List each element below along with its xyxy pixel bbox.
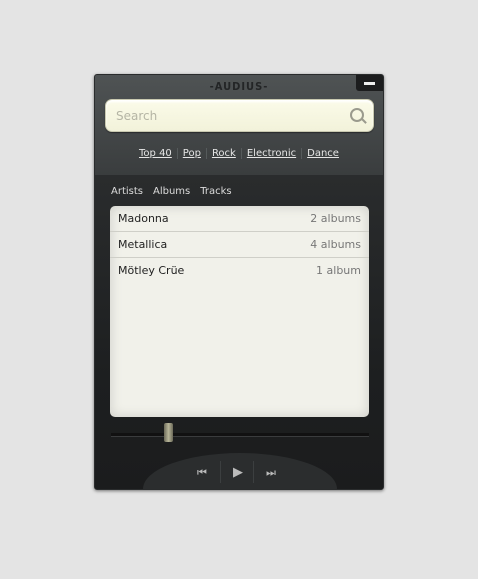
list-item[interactable]: Madonna 2 albums: [110, 206, 369, 232]
view-tabs: Artists Albums Tracks: [111, 186, 232, 197]
genre-pop[interactable]: Pop: [176, 148, 206, 159]
app-title: -AUDIUS-: [209, 80, 269, 93]
next-icon[interactable]: ⏭: [258, 464, 284, 482]
artist-name: Madonna: [118, 212, 169, 225]
artist-name: Metallica: [118, 238, 168, 251]
genre-dance[interactable]: Dance: [301, 148, 344, 159]
album-count: 1 album: [316, 264, 361, 277]
seek-handle[interactable]: [163, 423, 173, 442]
search-input[interactable]: [114, 106, 338, 126]
tab-tracks[interactable]: Tracks: [200, 186, 231, 197]
genre-rock[interactable]: Rock: [205, 148, 241, 159]
search-icon[interactable]: [350, 108, 364, 122]
seek-slider[interactable]: [111, 423, 369, 442]
minimize-button[interactable]: [356, 75, 383, 91]
list-item[interactable]: Mötley Crüe 1 album: [110, 258, 369, 283]
genre-top40[interactable]: Top 40: [134, 148, 177, 159]
tab-albums[interactable]: Albums: [153, 186, 190, 197]
album-count: 2 albums: [310, 212, 361, 225]
divider: [253, 461, 254, 483]
play-icon[interactable]: ▶: [225, 464, 251, 482]
tab-artists[interactable]: Artists: [111, 186, 143, 197]
genre-electronic[interactable]: Electronic: [240, 148, 301, 159]
artist-name: Mötley Crüe: [118, 264, 185, 277]
divider: [220, 461, 221, 483]
list-item[interactable]: Metallica 4 albums: [110, 232, 369, 258]
album-count: 4 albums: [310, 238, 361, 251]
search-box: [105, 99, 374, 132]
artist-list: Madonna 2 albums Metallica 4 albums Mötley…: [110, 206, 369, 417]
audius-window: -AUDIUS- Top 40 Pop Rock Electronic Danc…: [94, 74, 384, 490]
previous-icon[interactable]: ⏮: [189, 464, 215, 482]
genre-links: Top 40 Pop Rock Electronic Dance: [95, 148, 383, 159]
